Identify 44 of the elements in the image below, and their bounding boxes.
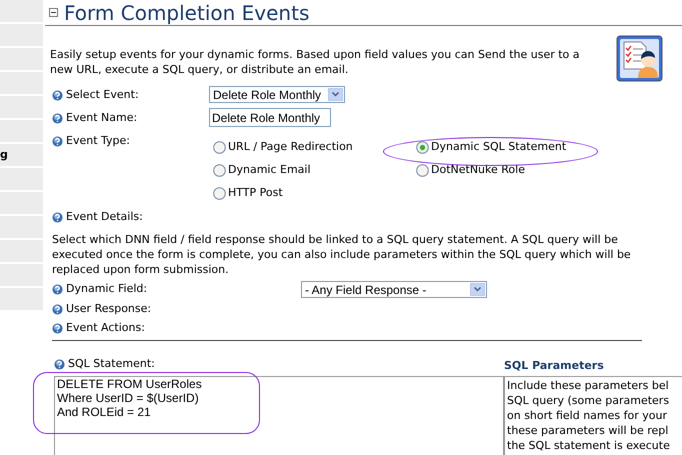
radio-button[interactable]: [416, 140, 429, 154]
field-label: Event Type:: [66, 133, 130, 150]
radio-button[interactable]: [213, 186, 226, 200]
caret-icon: [332, 92, 339, 97]
field-label: SQL Statement:: [68, 356, 155, 372]
field-label: Event Name:: [66, 110, 138, 126]
intro-text: Easily setup events for your dynamic forms. Based upon field values you can Send the user to a new URL, execute a SQL query, or distribute an email.: [50, 47, 581, 78]
help-icon[interactable]: [52, 212, 63, 223]
parameters-text: SQL query (some parameters: [507, 393, 670, 408]
section-title: Form Completion Events: [64, 2, 310, 22]
collapse-icon[interactable]: [49, 8, 58, 17]
field-label: Event Details:: [66, 209, 143, 226]
field-label: Dynamic Field:: [66, 281, 148, 298]
parameters-text: on short field names for your: [507, 408, 668, 423]
radio-label[interactable]: DotNetNuke Role: [431, 162, 525, 178]
select-event-dropdown[interactable]: Delete Role Monthly: [209, 86, 345, 103]
help-icon[interactable]: [52, 136, 63, 147]
details-text: Select which DNN field / field response should be linked to a SQL query statement. A SQL query will be executed once the form is complete, you can also include parameters within the SQL query which will be replaced upon form submission.: [52, 232, 632, 277]
sidebar-item[interactable]: g: [0, 144, 43, 166]
sql-parameters-heading: SQL Parameters: [504, 358, 605, 373]
help-icon[interactable]: [52, 304, 63, 315]
help-icon[interactable]: [52, 90, 63, 101]
parameters-text: the SQL statement is execute: [507, 438, 671, 453]
radio-button[interactable]: [213, 140, 226, 154]
field-label: User Response:: [66, 301, 152, 318]
help-icon[interactable]: [54, 359, 65, 370]
caret-icon: [474, 287, 481, 292]
radio-button[interactable]: [416, 164, 429, 176]
radio-label[interactable]: HTTP Post: [228, 184, 283, 202]
parameters-text: Include these parameters bel: [507, 378, 670, 393]
dynamic-field-dropdown[interactable]: - Any Field Response -: [301, 281, 487, 298]
radio-button[interactable]: [213, 164, 226, 176]
help-icon[interactable]: [52, 113, 63, 124]
event-name-field[interactable]: Delete Role Monthly: [209, 108, 331, 127]
help-icon[interactable]: [52, 284, 63, 295]
parameters-text: these parameters will be repl: [507, 423, 670, 438]
field-label: Select Event:: [66, 87, 139, 104]
help-icon[interactable]: [52, 323, 63, 334]
radio-label[interactable]: Dynamic Email: [228, 162, 311, 178]
sql-statement-field[interactable]: DELETE FROM UserRoles Where UserID = $(UserID) And ROLEid = 21: [54, 376, 504, 455]
radio-label[interactable]: URL / Page Redirection: [228, 138, 353, 156]
form-user-icon: [616, 35, 663, 82]
field-label: Event Actions:: [66, 320, 145, 336]
radio-label[interactable]: Dynamic SQL Statement: [431, 138, 566, 156]
